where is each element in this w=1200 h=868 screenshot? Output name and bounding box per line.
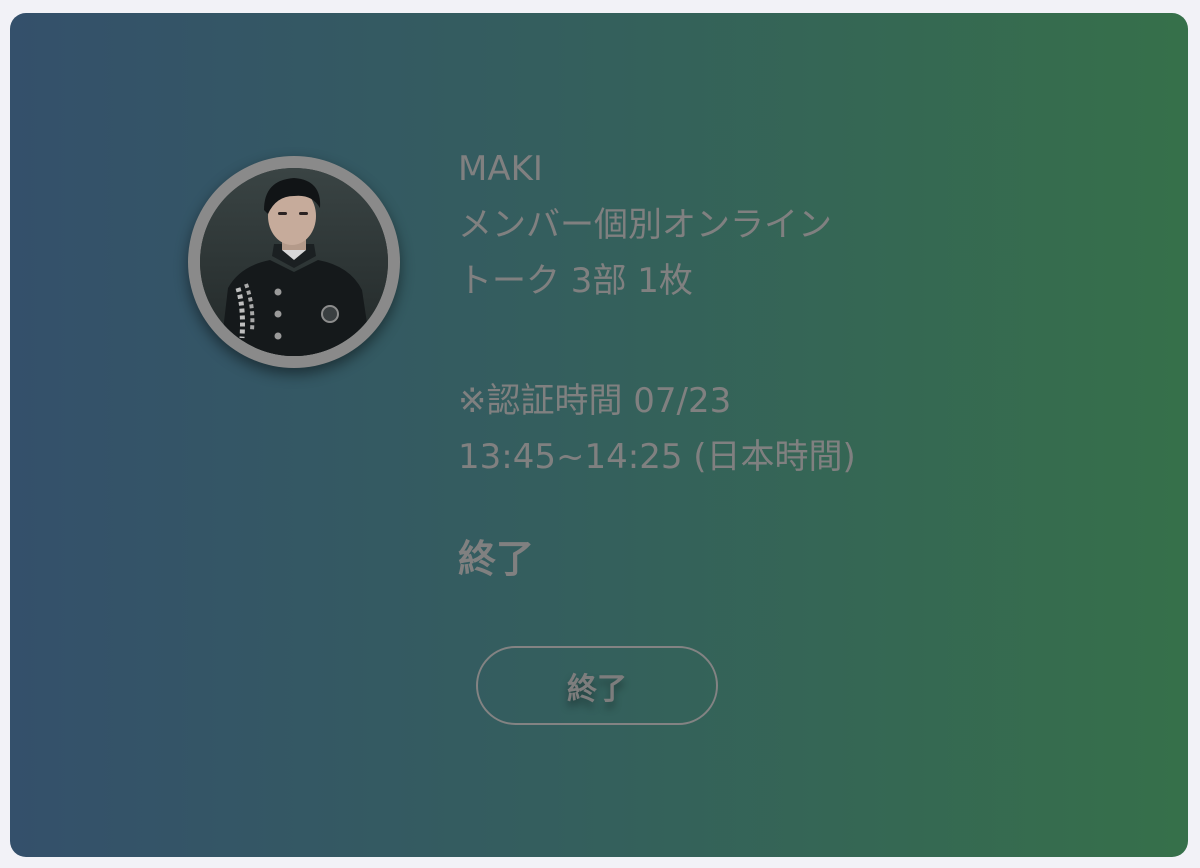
end-button[interactable]: 終了	[476, 646, 718, 725]
auth-time-line-2: 13:45~14:25 (日本時間)	[458, 437, 856, 477]
status-text: 終了	[458, 537, 535, 581]
ticket-card: MAKI メンバー個別オンライン トーク 3部 1枚 ※認証時間 07/23 1…	[10, 13, 1188, 857]
event-title-line-1: メンバー個別オンライン	[458, 205, 832, 245]
ticket-info: MAKI メンバー個別オンライン トーク 3部 1枚 ※認証時間 07/23 1…	[458, 141, 856, 485]
member-photo	[200, 168, 388, 356]
event-title-line-2: トーク 3部 1枚	[458, 261, 693, 301]
auth-time-line-1: ※認証時間 07/23	[458, 381, 732, 421]
avatar	[188, 156, 400, 368]
member-name: MAKI	[458, 149, 543, 189]
